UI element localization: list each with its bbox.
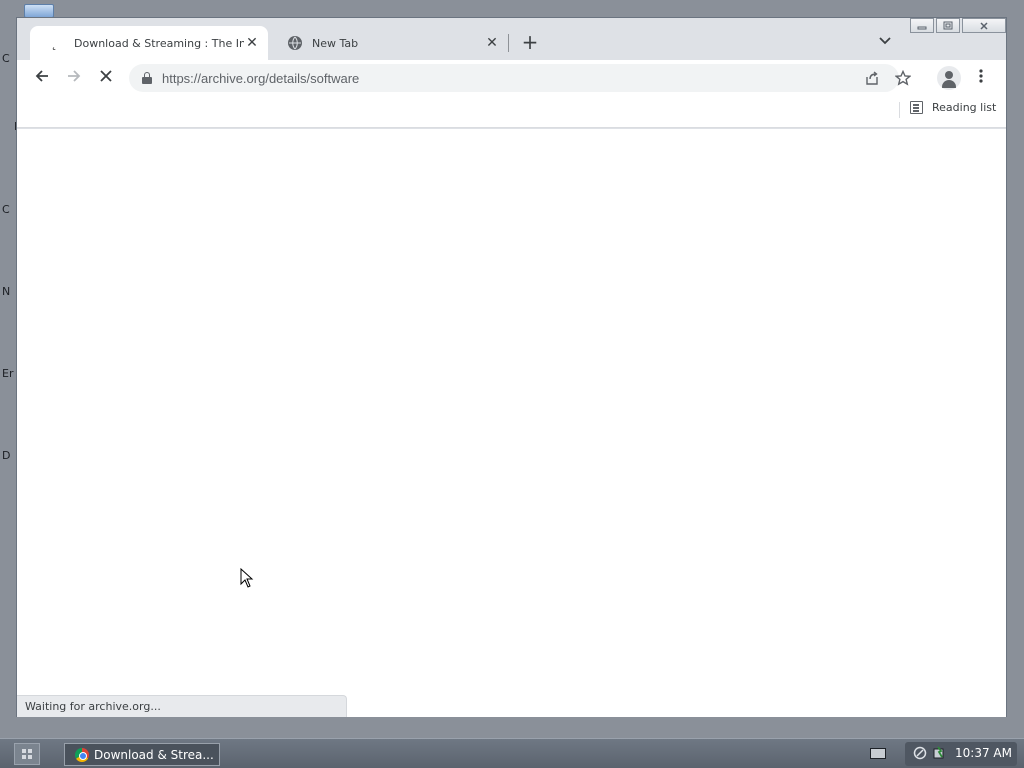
bookmarks-separator <box>899 102 900 118</box>
tab-title: New Tab <box>312 36 359 50</box>
tab-title: Download & Streaming : The Intern <box>74 36 244 50</box>
start-grid-icon <box>22 749 32 759</box>
taskbar-item-label: Download & Strea... <box>94 747 214 762</box>
tab-strip: ˛ Download & Streaming : The Intern ✕ Ne… <box>17 18 1006 60</box>
new-tab-plus-icon[interactable]: + <box>520 32 540 52</box>
profile-avatar-icon[interactable] <box>937 66 961 90</box>
globe-icon <box>288 36 302 50</box>
desktop-icon-label[interactable]: C <box>2 203 10 216</box>
network-icon[interactable] <box>913 746 927 760</box>
tab-close-icon[interactable]: ✕ <box>484 35 500 51</box>
page-content[interactable]: Waiting for archive.org... <box>17 129 1006 717</box>
status-bubble: Waiting for archive.org... <box>17 695 347 717</box>
taskbar: Download & Strea... 10:37 AM <box>0 738 1024 768</box>
loading-throbber-icon: ˛ <box>50 35 58 51</box>
forward-arrow-icon[interactable] <box>64 68 84 88</box>
desktop-icon-label[interactable]: N <box>2 285 10 298</box>
tab-active[interactable]: ˛ Download & Streaming : The Intern ✕ <box>30 26 268 60</box>
desktop-icon-label[interactable]: Er <box>2 367 13 380</box>
bookmarks-bar: Reading list <box>17 96 1006 128</box>
share-icon[interactable] <box>864 70 880 90</box>
desktop-icon[interactable] <box>24 4 54 18</box>
battery-plug-icon[interactable] <box>932 746 946 760</box>
tab-search-chevron-icon[interactable] <box>879 34 891 48</box>
reading-list-icon <box>910 101 923 114</box>
start-menu-button[interactable] <box>14 743 40 765</box>
desktop-icon-label[interactable]: D <box>2 449 10 462</box>
system-tray: 10:37 AM <box>905 742 1017 766</box>
browser-window: ˛ Download & Streaming : The Intern ✕ Ne… <box>16 17 1007 717</box>
address-bar[interactable]: https://archive.org/details/software <box>129 64 912 92</box>
bookmark-star-icon[interactable] <box>894 69 912 90</box>
desktop-icon-label[interactable]: C <box>2 52 10 65</box>
reading-list-button[interactable]: Reading list <box>910 101 996 114</box>
taskbar-item-browser[interactable]: Download & Strea... <box>64 743 220 766</box>
chrome-icon <box>75 747 89 762</box>
lock-icon[interactable] <box>142 72 152 84</box>
tab-close-icon[interactable]: ✕ <box>244 35 260 51</box>
reading-list-label: Reading list <box>932 101 997 114</box>
url-text[interactable]: https://archive.org/details/software <box>162 71 359 86</box>
tab-new-tab[interactable]: New Tab ✕ <box>272 26 508 60</box>
keyboard-icon[interactable] <box>870 748 886 759</box>
tab-separator <box>508 34 509 52</box>
mouse-cursor-icon <box>240 568 254 588</box>
back-arrow-icon[interactable] <box>32 68 52 88</box>
system-clock[interactable]: 10:37 AM <box>955 746 1012 760</box>
kebab-menu-icon[interactable] <box>973 68 989 88</box>
stop-loading-icon[interactable] <box>96 68 116 88</box>
browser-toolbar: https://archive.org/details/software <box>17 60 1006 96</box>
